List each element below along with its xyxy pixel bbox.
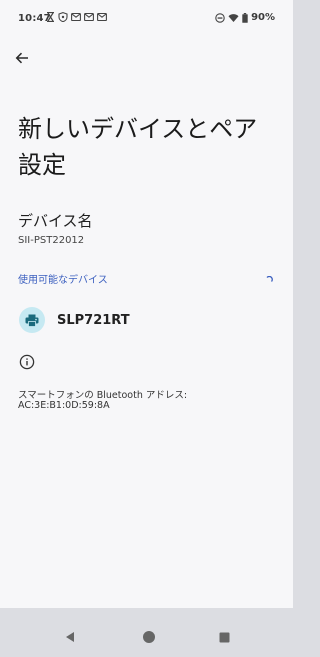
device-label: SLP721RT — [57, 312, 130, 328]
back-triangle-icon[interactable] — [64, 631, 76, 643]
battery-icon — [242, 12, 248, 23]
device-name-value: SII-PST22012 — [18, 235, 85, 246]
settings-screen: 10:47 90% 新しいデバイスとペア設定 デバイス名 SII-PST2201… — [0, 0, 293, 608]
device-name-label[interactable]: デバイス名 — [18, 210, 93, 231]
recents-square-icon[interactable] — [219, 632, 230, 643]
scanning-spinner-icon — [266, 276, 273, 282]
shield-icon — [58, 12, 68, 22]
gmail-icon — [71, 12, 81, 22]
back-button[interactable] — [8, 44, 36, 72]
wifi-icon — [228, 13, 239, 22]
status-notification-icons — [46, 12, 107, 22]
hourglass-icon — [47, 12, 54, 22]
gmail-icon — [84, 12, 94, 22]
device-icon-badge — [19, 307, 45, 333]
bluetooth-address-value: AC:3E:B1:0D:59:8A — [18, 400, 110, 411]
bluetooth-address-label: スマートフォンの Bluetooth アドレス: — [18, 390, 188, 401]
battery-percent: 90% — [251, 12, 275, 23]
arrow-left-icon — [15, 52, 28, 64]
gmail-icon — [97, 12, 107, 22]
printer-icon — [25, 314, 39, 327]
page-title: 新しいデバイスとペア設定 — [18, 115, 258, 179]
home-circle-icon[interactable] — [142, 630, 156, 644]
available-devices-header: 使用可能なデバイス — [18, 275, 108, 286]
status-bar: 10:47 90% — [0, 0, 293, 36]
available-device-item[interactable]: SLP721RT — [12, 302, 282, 338]
do-not-disturb-icon — [215, 12, 225, 23]
navigation-bar — [0, 618, 293, 654]
info-icon — [19, 354, 35, 370]
status-system-icons: 90% — [215, 12, 275, 23]
